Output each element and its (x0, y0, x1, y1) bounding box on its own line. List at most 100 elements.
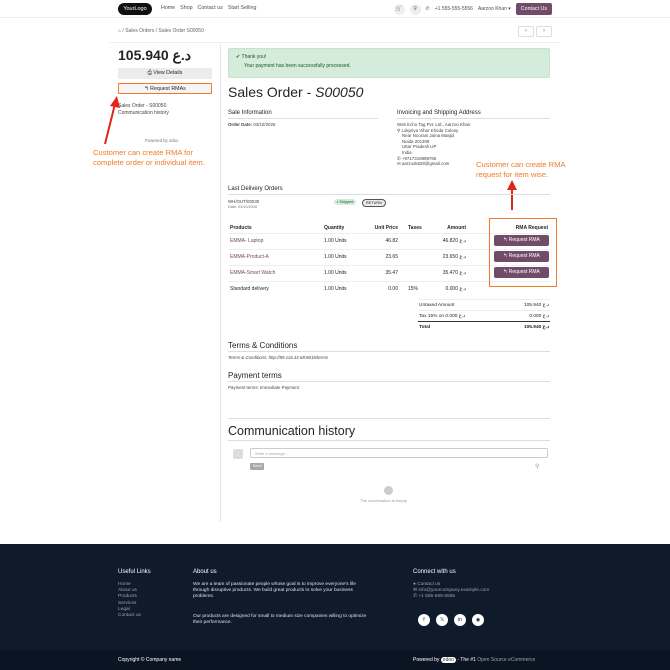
request-rma-button[interactable]: ↰ Request RMA (494, 235, 549, 246)
address-phone-text: +9717319898766 (401, 155, 437, 161)
product-name: Standard delivery (228, 280, 322, 297)
message-input[interactable]: Write a message... (250, 448, 548, 458)
product-tax: 15% (400, 280, 426, 297)
sidebar-link-order[interactable]: Sales Order - S00050 (118, 103, 169, 110)
attachment-icon[interactable]: ⚲ (535, 463, 539, 470)
col-unit-price: Unit Price (374, 225, 398, 232)
product-name[interactable]: EMMA-Product-A (228, 248, 322, 265)
phone-icon: ✆ (413, 594, 418, 600)
powered-by: Powered by odoo - The #1 Open Source eCo… (413, 657, 535, 663)
order-date-value: 03/10/2026 (253, 122, 276, 127)
print-icon: ⎙ (147, 70, 152, 76)
request-rmas-button[interactable]: ↰ Request RMAs (118, 83, 212, 94)
view-details-button[interactable]: ⎙ View Details (118, 68, 212, 79)
instagram-icon[interactable]: ◉ (472, 614, 484, 626)
nav-start-selling[interactable]: Start Selling (228, 5, 257, 11)
delivery-ref[interactable]: WH/OUT/00030 (228, 199, 259, 205)
annotation-right-line1: Customer can create RMA (476, 160, 566, 169)
prev-icon[interactable]: ‹ (518, 26, 534, 37)
footer-about-p2: Our products are designed for small to m… (193, 614, 367, 626)
totals-label: Untaxed Amount (418, 299, 503, 311)
reply-icon: ↰ (144, 86, 149, 92)
totals-row: Tax 15% on 0.000 د.ع 0.000 د.ع (418, 310, 550, 322)
reply-icon: ↰ (503, 253, 508, 259)
column-divider (220, 44, 221, 522)
footer-link[interactable]: Contact us (118, 613, 141, 619)
product-qty: 1.00 Units (322, 280, 364, 297)
product-price: 35.47 (364, 264, 400, 281)
address-block: Web Echo Tag Pvt. Ltd., Aarzoo Khan ⚲ Lo… (397, 122, 470, 167)
totals-row: Untaxed Amount 105.940 د.ع (418, 299, 550, 311)
footer-about-heading: About us (193, 569, 217, 575)
totals-table: Untaxed Amount 105.940 د.ع Tax 15% on 0.0… (418, 299, 550, 333)
return-badge[interactable]: RETURN (362, 199, 386, 207)
delivery-heading: Last Delivery Orders (228, 186, 283, 192)
totals-value: 105.940 د.ع (502, 299, 550, 311)
product-name[interactable]: EMMA- Laptop (228, 232, 322, 249)
col-amount: Amount (447, 225, 466, 232)
product-name[interactable]: EMMA-Smart Watch (228, 264, 322, 281)
order-amount: 105.940 د.ع (118, 47, 191, 63)
next-icon[interactable]: › (536, 26, 552, 37)
nav-shop[interactable]: Shop (180, 5, 192, 11)
divider (228, 351, 550, 352)
nav-contact[interactable]: Contact us (198, 5, 223, 11)
footer: Useful Links Home About us Products Serv… (0, 544, 670, 650)
alert-body: Your payment has been successfully proce… (244, 63, 351, 69)
product-tax (400, 248, 426, 265)
divider (228, 381, 550, 382)
terms-heading: Terms & Conditions (228, 341, 298, 350)
contact-us-button[interactable]: Contact Us (515, 3, 552, 15)
powered-link[interactable]: Open Source eCommerce (477, 657, 535, 663)
home-icon[interactable]: ⌂ (118, 28, 121, 34)
payment-terms-text: Payment terms: Immediate Payment (228, 385, 300, 390)
address-street-text: Lokpriya Vihar Khoda Colony (401, 127, 459, 133)
odoo-logo[interactable]: odoo (440, 657, 456, 663)
x-twitter-icon[interactable]: 𝕏 (436, 614, 448, 626)
avatar (233, 449, 243, 459)
sidebar-link-history[interactable]: Communication history (118, 110, 169, 117)
col-quantity: Quantity (324, 225, 345, 232)
facebook-icon[interactable]: f (418, 614, 430, 626)
request-rma-button[interactable]: ↰ Request RMA (494, 251, 549, 262)
request-rma-label: Request RMA (508, 253, 540, 259)
record-pager: ‹ › (518, 26, 552, 37)
product-qty: 1.00 Units (322, 248, 364, 265)
map-marker-icon: ⚲ (397, 127, 401, 133)
breadcrumb-text[interactable]: / Sales Orders / Sales Order S00050 (122, 28, 203, 34)
annotation-left-line2: complete order or individual item. (93, 157, 205, 167)
request-rma-button[interactable]: ↰ Request RMA (494, 267, 549, 278)
nav-home[interactable]: Home (161, 5, 175, 11)
address-email: ✉ aarzook828@gmail.com (397, 161, 470, 167)
request-rma-label: Request RMA (508, 269, 540, 275)
annotation-left: Customer can create RMA for complete ord… (93, 148, 205, 167)
user-menu[interactable]: Aarzoo Khan ▾ (478, 6, 511, 12)
header-right: 🛒 ⚲ ✆ +1 555-555-5556 Aarzoo Khan ▾ Cont… (393, 3, 552, 15)
send-button[interactable]: Send (250, 463, 264, 470)
product-amount: 35.470 د.ع (426, 264, 468, 281)
totals-value: 0.000 د.ع (502, 310, 550, 322)
cart-icon[interactable]: 🛒 (393, 3, 405, 15)
linkedin-icon[interactable]: in (454, 614, 466, 626)
annotation-arrow-left (104, 96, 120, 145)
annotation-right: Customer can create RMA request for item… (476, 160, 565, 179)
sidebar-powered: Powered by odoo (145, 138, 179, 143)
totals-label: Total (418, 321, 503, 333)
search-icon[interactable]: ⚲ (409, 3, 421, 15)
footer-phone[interactable]: ✆ +1 555-555-5556 (413, 594, 489, 600)
product-qty: 1.00 Units (322, 232, 364, 249)
alert-title: Thank you! (241, 54, 267, 60)
payment-success-alert: ✔ Thank you! Your payment has been succe… (228, 48, 550, 78)
envelope-icon: ✉ (413, 588, 418, 594)
divider (228, 418, 550, 419)
empty-conversation-text: The conversation is empty. (360, 498, 408, 503)
divider (228, 118, 378, 119)
product-tax (400, 264, 426, 281)
site-logo[interactable]: YourLogo (118, 3, 152, 15)
product-price: 46.82 (364, 232, 400, 249)
view-details-label: View Details (153, 70, 183, 76)
copyright: Copyright © Company name (118, 657, 182, 663)
footer-connect: ● Contact us ✉ info@yourcompany.example.… (413, 582, 489, 601)
header-phone[interactable]: +1 555-555-5556 (435, 6, 473, 12)
annotation-left-line1: Customer can create RMA for (93, 148, 194, 157)
